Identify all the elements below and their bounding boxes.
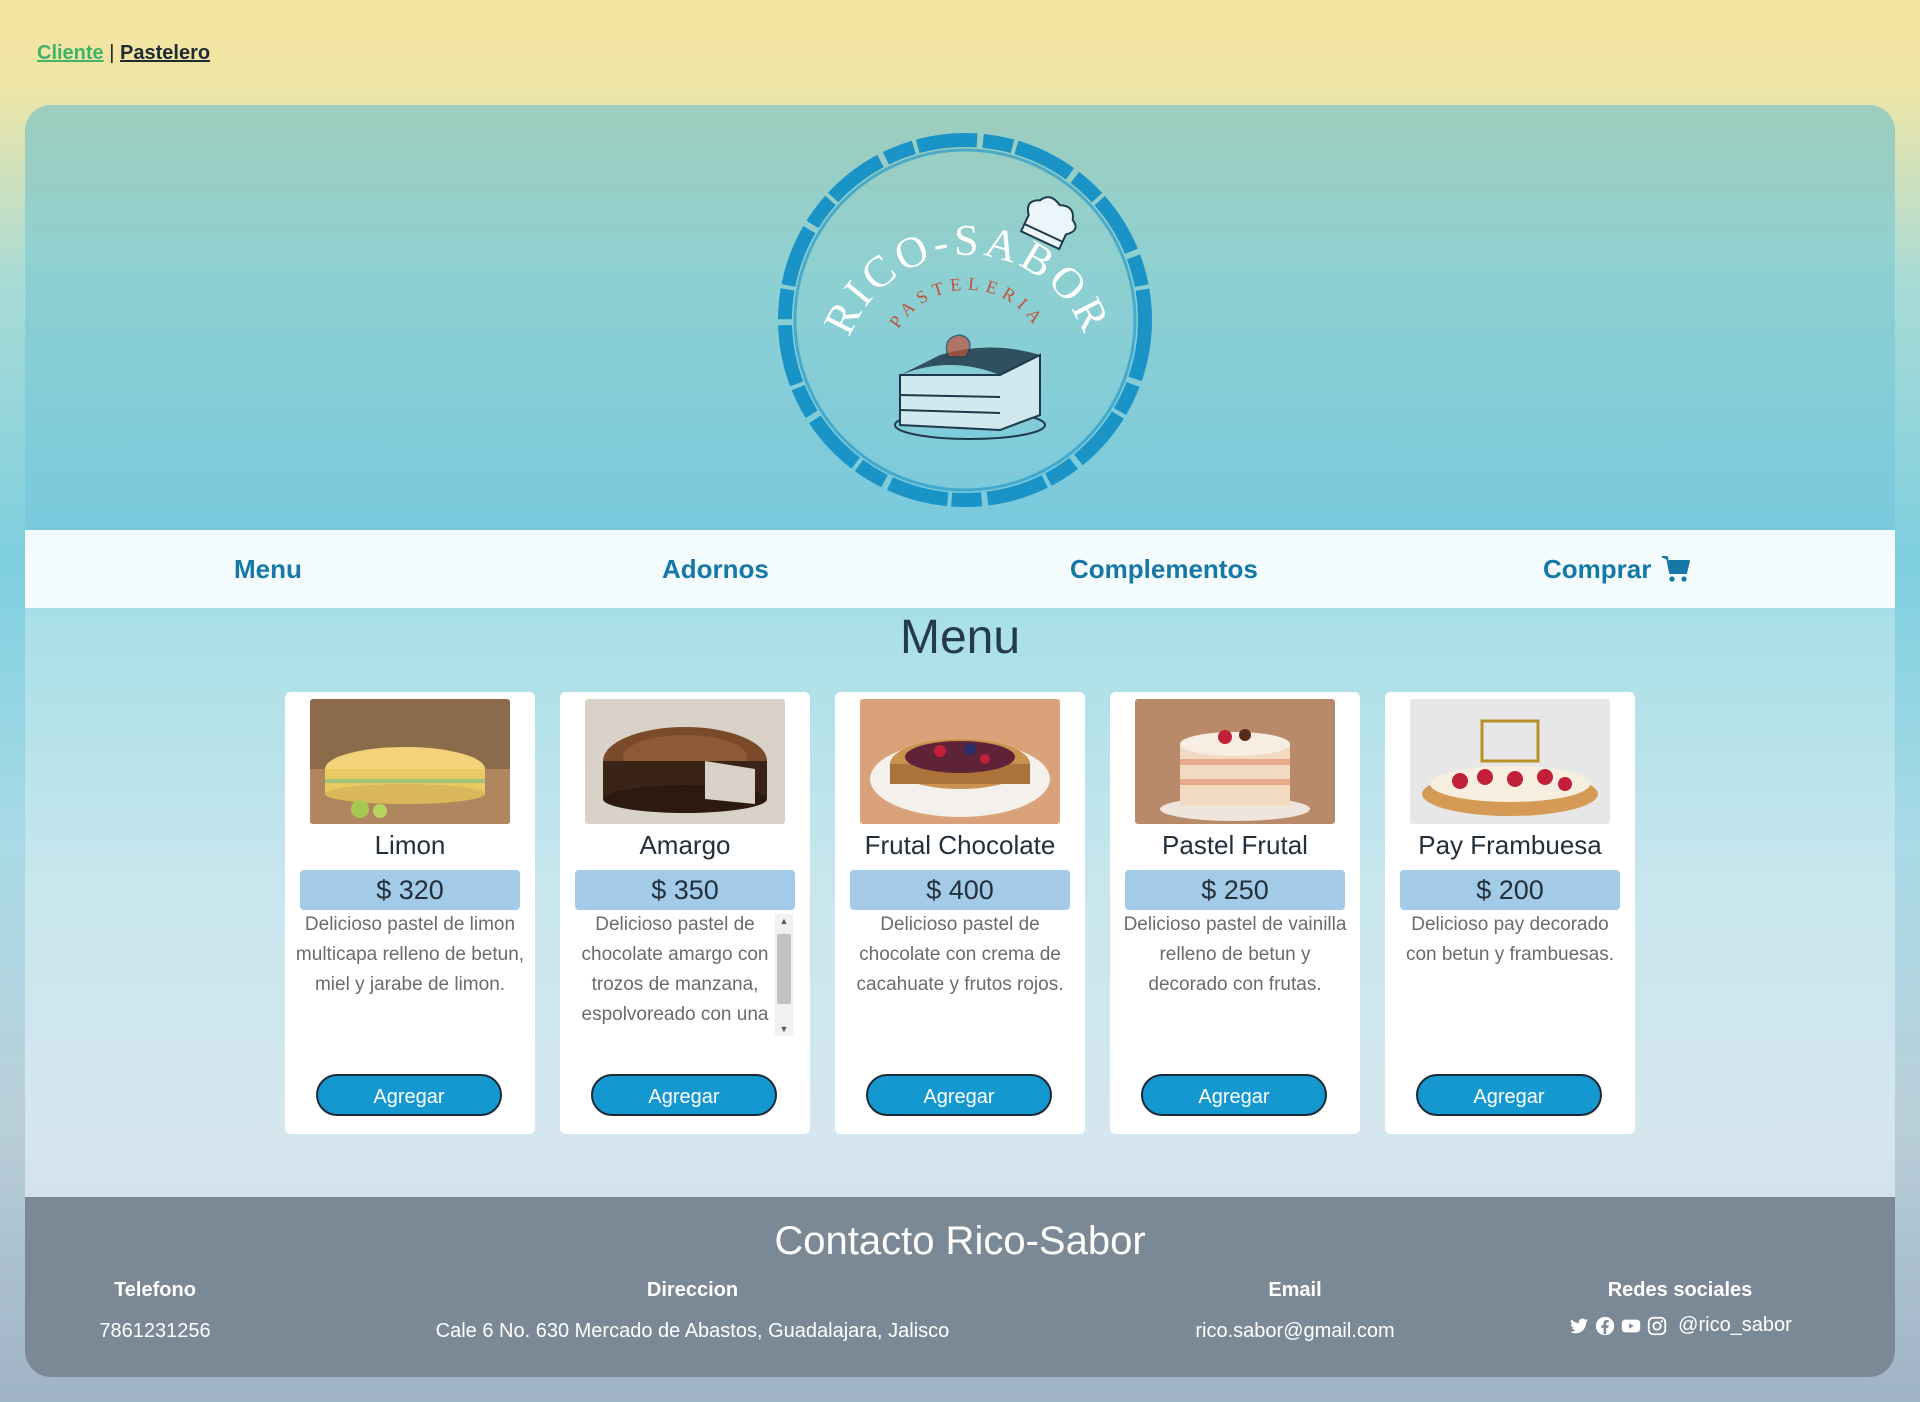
redes-label: Redes sociales — [1607, 1279, 1753, 1301]
footer-email: Email rico.sabor@gmail.com — [1155, 1279, 1435, 1343]
direccion-value: Cale 6 No. 630 Mercado de Abastos, Guada… — [435, 1320, 950, 1342]
product-price: $ 400 — [850, 870, 1070, 910]
nav-menu[interactable]: Menu — [234, 530, 302, 608]
logo-subtitle: PASTELERIA — [885, 273, 1044, 331]
contact-footer: Contacto Rico-Sabor Telefono 7861231256 … — [25, 1197, 1895, 1377]
facebook-icon[interactable] — [1594, 1315, 1616, 1337]
footer-redes: Redes sociales @rico_sabor — [1555, 1279, 1805, 1337]
nav-adornos[interactable]: Adornos — [662, 530, 769, 608]
nav-comprar-label: Comprar — [1543, 554, 1652, 584]
product-name: Amargo — [639, 830, 731, 860]
product-name: Pastel Frutal — [1162, 830, 1308, 860]
logo-brand: RICO-SABOR — [814, 216, 1117, 342]
footer-telefono: Telefono 7861231256 — [65, 1279, 245, 1343]
instagram-icon[interactable] — [1646, 1315, 1668, 1337]
product-price: $ 350 — [575, 870, 795, 910]
product-price: $ 200 — [1400, 870, 1620, 910]
svg-text:RICO-SABOR: RICO-SABOR — [814, 216, 1121, 342]
email-label: Email — [1268, 1279, 1322, 1301]
nav-complementos[interactable]: Complementos — [1070, 530, 1258, 608]
add-button[interactable]: Agregar — [1141, 1074, 1327, 1116]
product-image-pastel-frutal — [1135, 699, 1335, 824]
section-title: Menu — [899, 611, 1021, 664]
svg-text:PASTELERIA: PASTELERIA — [885, 273, 1050, 331]
telefono-label: Telefono — [114, 1279, 196, 1301]
product-description: Delicioso pastel de vainilla relleno de … — [1123, 914, 1347, 995]
cliente-link[interactable]: Cliente — [37, 42, 104, 64]
nav-comprar[interactable]: Comprar — [1543, 530, 1691, 608]
add-button[interactable]: Agregar — [866, 1074, 1052, 1116]
scroll-thumb[interactable] — [777, 934, 791, 1004]
product-price: $ 250 — [1125, 870, 1345, 910]
add-button[interactable]: Agregar — [591, 1074, 777, 1116]
main-nav: Menu Adornos Complementos Comprar — [25, 530, 1895, 608]
footer-title: Contacto Rico-Sabor — [774, 1219, 1146, 1263]
link-separator: | — [109, 42, 115, 64]
product-price: $ 320 — [300, 870, 520, 910]
email-value[interactable]: rico.sabor@gmail.com — [1155, 1320, 1435, 1343]
product-description: Delicioso pastel de chocolate con crema … — [856, 914, 1064, 995]
product-card-amargo: Amargo $ 350 Delicioso pastel de chocola… — [560, 692, 810, 1134]
product-card-pastel-frutal: Pastel Frutal $ 250 Delicioso pastel de … — [1110, 692, 1360, 1134]
main-container: RICO-SABOR PASTELERIA Menu Adornos Compl… — [25, 105, 1895, 1377]
description-scrollbar[interactable]: ▲ ▼ — [775, 914, 793, 1036]
product-name: Frutal Chocolate — [864, 830, 1056, 860]
product-image-amargo — [585, 699, 785, 824]
product-name: Pay Frambuesa — [1418, 830, 1602, 860]
product-card-pay-frambuesa: Pay Frambuesa $ 200 Delicioso pay decora… — [1385, 692, 1635, 1134]
product-image-frutal-chocolate — [860, 699, 1060, 824]
twitter-icon[interactable] — [1568, 1315, 1590, 1337]
shopping-cart-icon — [1662, 556, 1691, 582]
product-image-limon — [310, 699, 510, 824]
social-handle[interactable]: @rico_sabor — [1678, 1314, 1792, 1337]
telefono-value: 7861231256 — [99, 1320, 211, 1342]
user-type-links: Cliente | Pastelero — [37, 42, 210, 65]
add-button[interactable]: Agregar — [1416, 1074, 1602, 1116]
social-row: @rico_sabor — [1555, 1314, 1805, 1337]
direccion-label: Direccion — [646, 1279, 739, 1301]
hero-banner: RICO-SABOR PASTELERIA — [25, 105, 1895, 530]
scroll-down-icon[interactable]: ▼ — [775, 1022, 793, 1036]
youtube-icon[interactable] — [1620, 1315, 1642, 1337]
product-image-pay-frambuesa — [1410, 699, 1610, 824]
pastelero-link[interactable]: Pastelero — [120, 42, 210, 64]
add-button[interactable]: Agregar — [316, 1074, 502, 1116]
product-description: Delicioso pay decorado con betun y framb… — [1405, 914, 1615, 965]
product-name: Limon — [374, 830, 446, 860]
product-card-frutal-chocolate: Frutal Chocolate $ 400 Delicioso pastel … — [835, 692, 1085, 1134]
product-description: Delicioso pastel de limon multicapa rell… — [295, 914, 525, 995]
product-card-limon: Limon $ 320 Delicioso pastel de limon mu… — [285, 692, 535, 1134]
product-description: Delicioso pastel de chocolate amargo con… — [581, 914, 769, 1025]
scroll-up-icon[interactable]: ▲ — [775, 914, 793, 928]
footer-direccion: Direccion Cale 6 No. 630 Mercado de Abas… — [385, 1279, 1000, 1343]
rico-sabor-logo: RICO-SABOR PASTELERIA — [778, 133, 1152, 507]
